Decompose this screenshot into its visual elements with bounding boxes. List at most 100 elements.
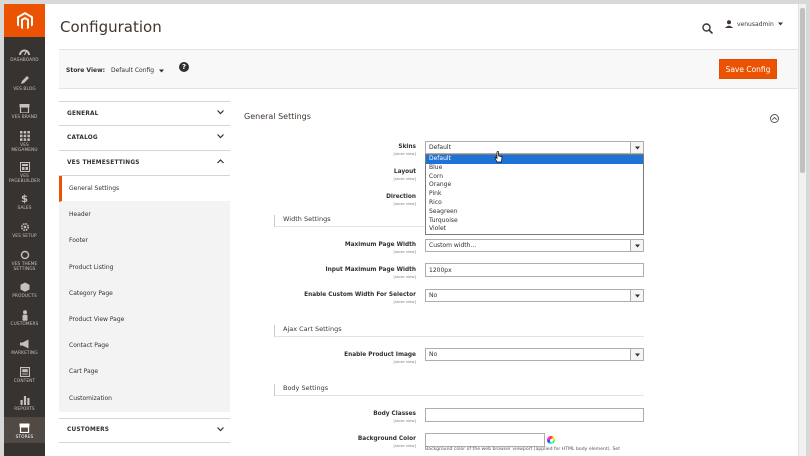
tab-item-cart-page[interactable]: Cart Page <box>59 359 230 386</box>
tab-item-contact-page[interactable]: Contact Page <box>59 333 230 360</box>
nav-item-ves-blog[interactable]: VES BLOG <box>4 73 45 92</box>
config-tabs: GENERAL CATALOG VES THEMESETTINGS Genera… <box>59 101 230 443</box>
tab-ves-themesettings[interactable]: VES THEMESETTINGS <box>59 151 230 176</box>
megaphone-icon <box>20 339 29 349</box>
chevron-down-icon <box>217 110 224 115</box>
color-picker-icon[interactable] <box>547 436 555 444</box>
tab-ves-themesettings-label: VES THEMESETTINGS <box>67 160 140 166</box>
max-page-width-scope: [store view] <box>393 249 416 254</box>
tab-item-general-settings[interactable]: General Settings <box>59 176 230 203</box>
caret-down-icon <box>634 146 640 149</box>
skin-option[interactable]: Rico <box>426 199 643 208</box>
caret-down-icon <box>634 294 640 297</box>
person-icon <box>22 309 27 321</box>
body-settings-group[interactable]: Body Settings <box>274 384 644 396</box>
scrollbar-thumb[interactable] <box>800 8 805 173</box>
select-arrow <box>630 240 643 251</box>
skin-option[interactable]: Default <box>426 155 643 164</box>
skins-value: Default <box>429 144 451 151</box>
custom-width-selector-scope: [store view] <box>393 299 416 304</box>
dollar-icon: $ <box>21 193 28 205</box>
skin-option[interactable]: Pink <box>426 190 643 199</box>
nav-item-customers[interactable]: CUSTOMERS <box>4 308 45 327</box>
user-icon <box>725 20 733 28</box>
skin-option[interactable]: Orange <box>426 181 643 190</box>
skin-option[interactable]: Blue <box>426 164 643 173</box>
skin-option[interactable]: Corn <box>426 173 643 182</box>
save-config-button[interactable]: Save Config <box>719 59 777 79</box>
select-arrow <box>630 290 643 301</box>
nav-item-ves-setup[interactable]: VES SETUP <box>4 220 45 239</box>
nav-item-ves-theme-settings[interactable]: VES THEME SETTINGS <box>4 248 45 272</box>
skin-option[interactable]: Turquoise <box>426 217 643 226</box>
body-classes-label: Body Classes <box>373 411 416 417</box>
section-collapse-toggle[interactable] <box>770 114 779 123</box>
nav-item-marketing[interactable]: MARKETING <box>4 337 45 356</box>
content-icon <box>19 367 30 377</box>
chevron-up-icon <box>772 117 777 120</box>
max-page-width-select[interactable]: Custom width... <box>425 239 644 252</box>
nav-item-products[interactable]: PRODUCTS <box>4 280 45 299</box>
page-scrollbar[interactable] <box>798 4 806 456</box>
nav-item-ves-brand[interactable]: VES BRAND <box>4 101 45 120</box>
user-name: venusadmin <box>737 20 774 28</box>
layout-icon <box>19 162 30 172</box>
tab-customers-label: CUSTOMERS <box>67 427 110 434</box>
body-classes-field[interactable] <box>425 408 644 422</box>
tab-item-product-view-page[interactable]: Product View Page <box>59 306 230 334</box>
tab-customers[interactable]: CUSTOMERS <box>59 417 230 443</box>
enable-product-image-label: Enable Product Image <box>344 352 416 358</box>
tab-catalog[interactable]: CATALOG <box>59 126 230 151</box>
nav-item-ves-megamenu[interactable]: VES MEGAMENU <box>4 129 45 153</box>
background-color-note: Background color of the web browser view… <box>425 447 621 452</box>
hand-cursor-icon <box>494 151 503 163</box>
tab-item-product-listing[interactable]: Product Listing <box>59 254 230 281</box>
skins-select[interactable]: Default <box>425 141 644 154</box>
nav-item-stores[interactable]: STORES <box>4 417 45 443</box>
direction-scope: [store view] <box>393 201 416 206</box>
background-color-field[interactable] <box>425 433 545 447</box>
nav-item-content[interactable]: CONTENT <box>4 365 45 384</box>
tab-general-label: GENERAL <box>67 110 99 117</box>
store-view-bar: Store View: Default Config ? Save Config <box>59 49 798 89</box>
skins-scope: [store view] <box>393 151 416 156</box>
enable-product-image-scope: [store view] <box>393 359 416 364</box>
skin-option[interactable]: Seagreen <box>426 208 643 217</box>
circle-icon <box>20 250 29 260</box>
pencil-icon <box>20 76 29 84</box>
nav-item-ves-pagebuilder[interactable]: VES PAGEBUILDER <box>4 160 45 184</box>
box-icon <box>20 282 29 292</box>
store-view-label: Store View: <box>66 67 106 74</box>
skins-dropdown-list: Default Blue Corn Orange Pink Rico Seagr… <box>425 154 644 236</box>
caret-down-icon <box>634 353 640 356</box>
search-icon[interactable] <box>702 19 714 38</box>
ajax-cart-settings-group[interactable]: Ajax Cart Settings <box>274 325 644 337</box>
nav-item-dashboard[interactable]: DASHBOARD <box>4 44 45 63</box>
magento-logo[interactable] <box>4 4 45 37</box>
tab-item-header[interactable]: Header <box>59 202 230 229</box>
page-title: Configuration <box>60 18 162 36</box>
store-view-switcher[interactable]: Default Config <box>111 67 165 74</box>
help-icon[interactable]: ? <box>179 62 189 72</box>
grid-icon <box>19 131 30 141</box>
chevron-down-icon <box>217 426 224 432</box>
enable-product-image-select[interactable]: No <box>425 348 644 361</box>
bar-chart-icon <box>20 396 29 405</box>
nav-item-reports[interactable]: REPORTS <box>4 393 45 412</box>
caret-down-icon <box>634 244 640 247</box>
user-menu[interactable]: venusadmin <box>725 20 783 28</box>
chevron-up-icon <box>217 159 224 164</box>
tab-item-customization[interactable]: Customization <box>59 385 230 412</box>
store-view-value: Default Config <box>111 67 155 74</box>
select-arrow <box>630 142 643 153</box>
caret-down-icon <box>159 69 165 72</box>
magento-logo-icon <box>16 11 33 29</box>
skin-option[interactable]: Violet <box>426 225 643 234</box>
nav-item-sales[interactable]: $ SALES <box>4 192 45 212</box>
tab-item-category-page[interactable]: Category Page <box>59 280 230 307</box>
tab-item-footer[interactable]: Footer <box>59 228 230 255</box>
custom-width-selector-select[interactable]: No <box>425 289 644 302</box>
input-max-width-field[interactable]: 1200px <box>425 263 644 277</box>
section-title: General Settings <box>244 112 311 121</box>
tab-general[interactable]: GENERAL <box>59 101 230 126</box>
